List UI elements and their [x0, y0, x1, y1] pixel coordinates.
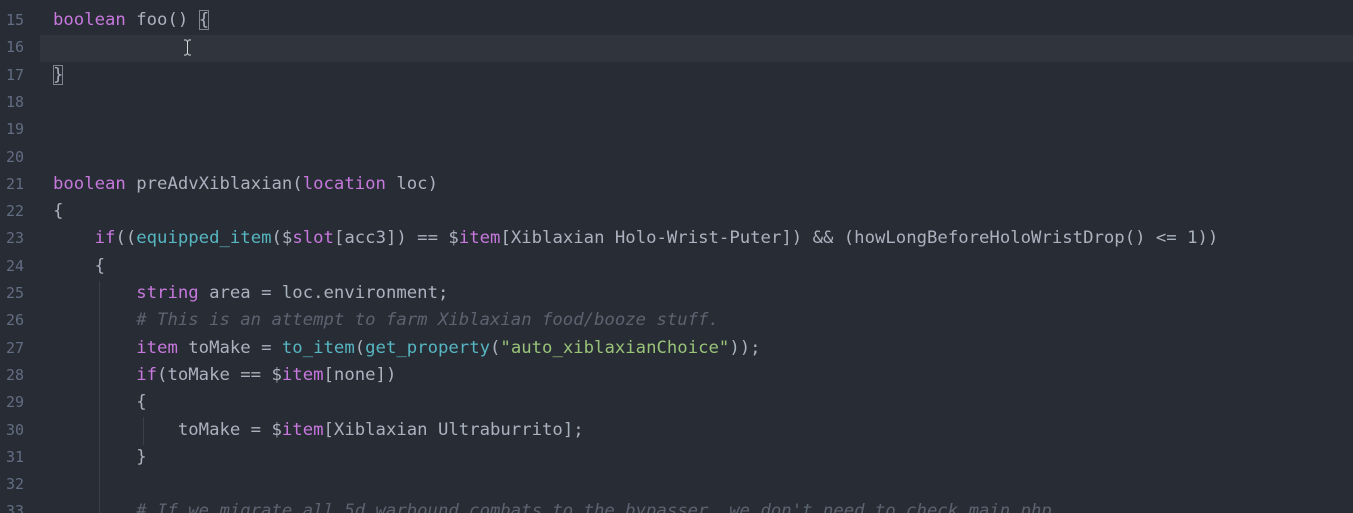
line-number: 21: [5, 174, 24, 193]
code-token: # This is an attempt to farm Xiblaxian f…: [136, 310, 719, 331]
code-line[interactable]: toMake = $item[Xiblaxian Ultraburrito];: [53, 417, 584, 444]
code-token: equipped_item: [136, 228, 272, 249]
line-number: 25: [5, 284, 24, 302]
code-line[interactable]: if(toMake == $item[none]): [53, 362, 396, 389]
code-token: (toMake == $: [157, 364, 282, 385]
current-line-highlight: [40, 35, 1353, 63]
code-editor[interactable]: boolean foo() {} boolean preAdvXiblaxian(…: [0, 0, 1353, 513]
line-number: 26: [5, 311, 24, 330]
line-number: 18: [5, 92, 24, 111]
code-line[interactable]: {: [53, 389, 147, 416]
code-token: item: [281, 364, 324, 385]
matched-bracket: {: [198, 10, 210, 30]
code-token: loc): [385, 173, 438, 194]
code-token: ($: [271, 228, 293, 249]
line-number: 32: [5, 475, 24, 494]
line-number: 17: [5, 65, 24, 84]
code-token: boolean: [53, 10, 126, 30]
text-cursor-icon: [184, 39, 191, 56]
matched-bracket: }: [53, 64, 64, 85]
code-line[interactable]: if((equipped_item($slot[acc3]) == $item[…: [53, 225, 1219, 252]
code-token: "auto_xiblaxianChoice": [500, 337, 730, 358]
code-token: slot: [292, 228, 334, 249]
line-number: 27: [5, 338, 24, 357]
line-number: 30: [5, 420, 24, 439]
code-token: ));: [729, 337, 761, 358]
code-line[interactable]: # If we migrate all 5d warbound combats …: [53, 498, 1052, 513]
code-token: [acc3]) == $: [333, 228, 459, 249]
code-line[interactable]: }: [53, 444, 147, 471]
code-token: {: [53, 201, 64, 222]
line-number: 16: [5, 38, 24, 57]
line-number: 24: [5, 256, 24, 275]
code-token: (: [490, 337, 501, 358]
code-line[interactable]: string area = loc.environment;: [53, 280, 448, 307]
code-token: preAdvXiblaxian(: [125, 173, 303, 194]
code-token: get_property: [365, 337, 491, 358]
line-number: 23: [5, 229, 24, 248]
code-line[interactable]: item toMake = to_item(get_property("auto…: [53, 335, 761, 362]
code-token: (: [354, 337, 366, 358]
code-token: # If we migrate all 5d warbound combats …: [136, 501, 1052, 513]
code-token: {: [53, 392, 147, 413]
line-number: 22: [5, 202, 24, 221]
code-token: string: [136, 283, 199, 303]
line-number: 33: [5, 502, 24, 513]
code-token: item: [281, 419, 324, 440]
line-number: 20: [5, 147, 24, 166]
code-line[interactable]: {: [53, 198, 63, 225]
code-token: [Xiblaxian Holo-Wrist-Puter]) && (howLon…: [500, 228, 1219, 249]
code-token: toMake =: [177, 337, 282, 358]
code-token: {: [53, 255, 106, 276]
code-token: location: [302, 173, 386, 194]
code-line[interactable]: }: [53, 62, 64, 89]
code-line[interactable]: boolean foo() {: [53, 7, 210, 34]
code-token: [none]): [323, 364, 397, 385]
code-line[interactable]: # This is an attempt to farm Xiblaxian f…: [53, 307, 719, 334]
code-token: boolean: [53, 173, 126, 194]
code-token: [Xiblaxian Ultraburrito];: [323, 419, 584, 440]
line-number: 31: [5, 447, 24, 466]
code-token: area = loc.environment;: [198, 283, 449, 303]
line-number: 19: [5, 120, 24, 139]
line-number: 28: [5, 365, 24, 384]
code-line[interactable]: boolean preAdvXiblaxian(location loc): [53, 171, 438, 198]
code-token: foo(): [125, 10, 199, 30]
code-token: }: [53, 446, 147, 467]
line-number: 29: [5, 393, 24, 412]
code-token: if: [136, 364, 158, 385]
code-line[interactable]: {: [53, 253, 105, 280]
code-token: item: [136, 337, 178, 358]
code-token: to_item: [281, 337, 355, 358]
code-token: ((: [115, 228, 137, 249]
code-token: item: [458, 228, 501, 249]
line-number: 15: [5, 11, 24, 29]
code-token: if: [94, 228, 116, 249]
code-token: toMake = $: [53, 419, 282, 440]
